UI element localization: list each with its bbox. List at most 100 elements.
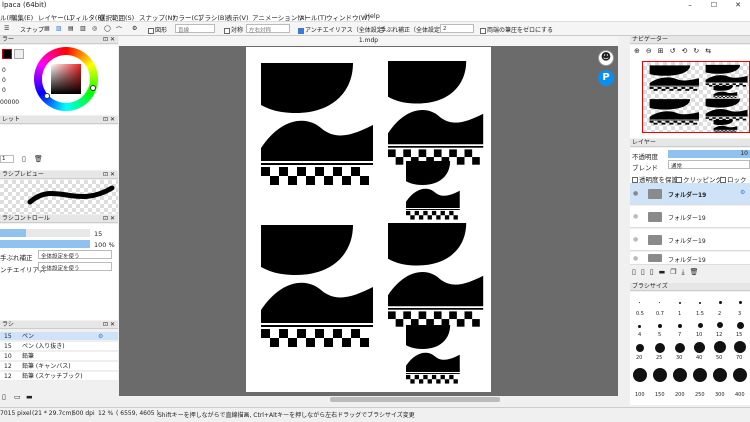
brush-copy-icon[interactable]: ▭ <box>14 393 21 401</box>
panel-controls-icon[interactable]: ⊡ ✕ <box>103 116 115 124</box>
blend-select[interactable]: 通常 <box>668 160 750 170</box>
new-layer-8bit-icon[interactable]: ▯ <box>641 268 650 276</box>
snap-curve-icon[interactable]: ⌒ <box>116 25 122 34</box>
size-dot[interactable] <box>699 302 701 304</box>
layer-item[interactable]: ● フォルダー19 <box>630 229 750 251</box>
layer-item[interactable]: ● フォルダー19 <box>630 206 750 228</box>
brush-stabilizer-select[interactable]: 全体設定を使う <box>38 250 112 260</box>
brush-folder-icon[interactable]: ▬ <box>26 393 33 401</box>
minimize-button[interactable]: – <box>678 0 702 10</box>
color-wheel[interactable] <box>34 47 98 111</box>
brush-item-pen[interactable]: 15 ペン ⚙ <box>0 332 118 341</box>
pixiv-icon[interactable]: P <box>598 70 614 86</box>
panel-controls-icon[interactable]: ⊡ ✕ <box>103 36 115 44</box>
size-dot[interactable] <box>658 324 662 328</box>
snap-parallel-icon[interactable]: ▨ <box>56 25 62 32</box>
zoom-in-icon[interactable]: ⊕ <box>634 47 646 55</box>
size-dot[interactable] <box>719 301 722 304</box>
menu-layer[interactable]: レイヤー(L) <box>38 12 73 22</box>
snap-menu-icon[interactable]: ☰ <box>4 25 9 32</box>
snap-off-icon[interactable]: ▦ <box>44 25 50 32</box>
reset-rotation-icon[interactable]: ⟲ <box>682 47 694 55</box>
snap-settings-icon[interactable]: ⚙ <box>132 25 137 32</box>
size-dot[interactable] <box>698 323 703 328</box>
background-color-swatch[interactable] <box>14 49 24 59</box>
palette-delete-icon[interactable]: 🗑 <box>34 155 43 163</box>
color-hex-value[interactable]: 00000 <box>0 99 19 106</box>
size-dot[interactable] <box>739 301 742 304</box>
brush-size-value[interactable]: 15 <box>94 230 102 238</box>
size-dot[interactable] <box>673 368 687 382</box>
shape-select[interactable]: 直線 <box>175 24 215 34</box>
snap-circle-icon[interactable]: ◯ <box>104 25 111 32</box>
new-folder-icon[interactable]: ▬ <box>659 268 671 276</box>
brush-item-pen-taper[interactable]: 15 ペン (入り抜き) <box>0 342 118 351</box>
palette-select[interactable]: 1 <box>0 155 14 163</box>
color-b-value[interactable]: 0 <box>2 87 6 94</box>
new-layer-icon[interactable]: ▯ <box>632 268 641 276</box>
snap-cross-icon[interactable]: ▤ <box>68 25 74 32</box>
layer-item[interactable]: ● フォルダー19 <box>630 252 750 265</box>
size-dot[interactable] <box>636 344 644 352</box>
close-button[interactable]: ✕ <box>726 0 750 10</box>
snap-vanish-icon[interactable]: ▥ <box>80 25 86 32</box>
avatar-icon[interactable]: ☻ <box>598 50 614 66</box>
merge-down-icon[interactable]: ⤓ <box>681 268 689 276</box>
horizontal-scrollbar[interactable] <box>330 397 500 402</box>
navigator-thumbnail[interactable] <box>642 61 750 133</box>
brush-item-pencil-sketchbook[interactable]: 12 鉛筆 (スケッチブック) <box>0 372 118 381</box>
visibility-icon[interactable]: ● <box>633 190 638 197</box>
visibility-icon[interactable]: ● <box>633 255 638 262</box>
size-dot[interactable] <box>713 368 727 382</box>
size-dot[interactable] <box>639 302 640 303</box>
delete-layer-icon[interactable]: 🗑 <box>690 268 704 276</box>
fit-icon[interactable]: ⊞ <box>658 47 670 55</box>
maximize-button[interactable]: ☐ <box>702 0 726 10</box>
menu-tool[interactable]: ツール(T) <box>298 12 327 22</box>
size-dot[interactable] <box>714 341 726 353</box>
size-dot[interactable] <box>655 343 665 353</box>
menu-color[interactable]: カラー(C) <box>172 12 201 22</box>
size-dot[interactable] <box>733 368 747 382</box>
layer-settings-icon[interactable]: ⚙ <box>740 189 745 196</box>
brush-antialias-select[interactable]: 全体設定を使う <box>38 262 112 272</box>
size-dot[interactable] <box>659 302 660 303</box>
menu-help[interactable]: Help <box>365 12 380 20</box>
size-dot[interactable] <box>717 322 723 328</box>
rotate-right-icon[interactable]: ↻ <box>693 47 705 55</box>
symmetry-select[interactable]: 左右対称 <box>246 24 290 34</box>
brush-item-pencil-canvas[interactable]: 12 鉛筆 (キャンバス) <box>0 362 118 371</box>
stabilizer-select[interactable]: 2 <box>440 24 474 33</box>
panel-controls-icon[interactable]: ⊡ ✕ <box>103 215 115 223</box>
palette-add-icon[interactable]: ▯ <box>22 155 26 163</box>
visibility-icon[interactable]: ● <box>633 236 638 243</box>
hue-handle-icon[interactable] <box>90 85 96 91</box>
size-dot[interactable] <box>693 368 707 382</box>
menu-brush[interactable]: ブラシ(B) <box>198 12 227 22</box>
shape-checkbox[interactable]: 図形 <box>148 25 167 34</box>
menu-snap[interactable]: スナップ(N) <box>139 12 175 22</box>
size-dot[interactable] <box>734 341 746 353</box>
rotate-left-icon[interactable]: ↺ <box>670 47 682 55</box>
symmetry-checkbox[interactable]: 対称 <box>224 25 243 34</box>
size-dot[interactable] <box>678 324 682 328</box>
panel-controls-icon[interactable]: ⊡ ✕ <box>103 171 115 179</box>
size-dot[interactable] <box>633 368 647 382</box>
alpha-zero-checkbox[interactable]: 両端の筆圧をゼロにする <box>480 25 553 34</box>
size-dot[interactable] <box>638 325 641 328</box>
foreground-color-swatch[interactable] <box>2 49 12 59</box>
brush-opacity-slider[interactable] <box>0 240 90 248</box>
size-dot[interactable] <box>737 322 744 329</box>
brush-size-slider[interactable] <box>0 229 90 237</box>
color-r-value[interactable]: 0 <box>2 67 6 74</box>
layer-item[interactable]: ● フォルダー19 ⚙ <box>630 183 750 205</box>
menu-window[interactable]: ウィンドウ(W) <box>326 12 370 22</box>
saturation-value-square[interactable] <box>51 64 81 94</box>
visibility-icon[interactable]: ● <box>633 213 638 220</box>
sv-handle-icon[interactable] <box>44 93 50 99</box>
size-dot[interactable] <box>679 302 681 304</box>
menu-select[interactable]: 選択範囲(S) <box>99 12 134 22</box>
color-g-value[interactable]: 0 <box>2 77 6 84</box>
size-dot[interactable] <box>653 368 667 382</box>
menu-view[interactable]: 表示(V) <box>226 12 249 22</box>
